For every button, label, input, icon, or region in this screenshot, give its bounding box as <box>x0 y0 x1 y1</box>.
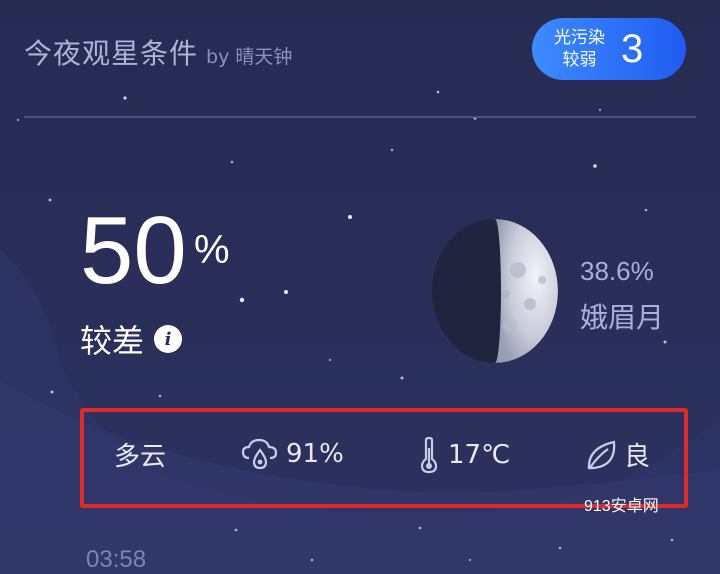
leaf-icon <box>587 440 616 470</box>
humidity-cloud-icon <box>241 438 278 470</box>
seeing-score-unit: % <box>194 228 230 272</box>
condition-sky: 多云 <box>114 436 166 473</box>
moon-illumination: 38.6% <box>580 256 654 286</box>
header-divider <box>24 116 696 118</box>
temperature-value: 17℃ <box>448 440 511 470</box>
info-icon[interactable]: i <box>154 325 183 353</box>
condition-humidity: 91% <box>240 436 344 472</box>
seeing-score: 50 <box>80 197 187 304</box>
thermometer-icon <box>420 436 438 474</box>
provider-label: by 晴天钟 <box>206 46 293 68</box>
moon-icon <box>432 219 558 363</box>
title-text: 今夜观星条件 <box>24 37 199 70</box>
seeing-rating: 较差 <box>80 322 145 360</box>
sky-condition-label: 多云 <box>114 442 167 472</box>
condition-air-quality: 良 <box>584 436 650 473</box>
light-pollution-title: 光污染 <box>554 28 605 48</box>
light-pollution-level: 3 <box>621 26 644 71</box>
watermark: 913安卓网 <box>584 498 659 515</box>
air-quality-value: 良 <box>624 442 651 472</box>
light-pollution-badge[interactable]: 光污染 较弱 3 <box>532 18 686 80</box>
humidity-value: 91% <box>286 439 344 469</box>
light-pollution-grade: 较弱 <box>562 50 597 70</box>
moon-phase: 娥眉月 <box>580 301 665 334</box>
page-title: 今夜观星条件 by 晴天钟 <box>24 32 292 72</box>
light-pollution-label: 光污染 较弱 <box>554 27 605 71</box>
condition-temperature: 17℃ <box>416 436 510 474</box>
seeing-rating-row: 较差 i <box>80 316 183 362</box>
forecast-time: 03:58 <box>86 546 147 573</box>
